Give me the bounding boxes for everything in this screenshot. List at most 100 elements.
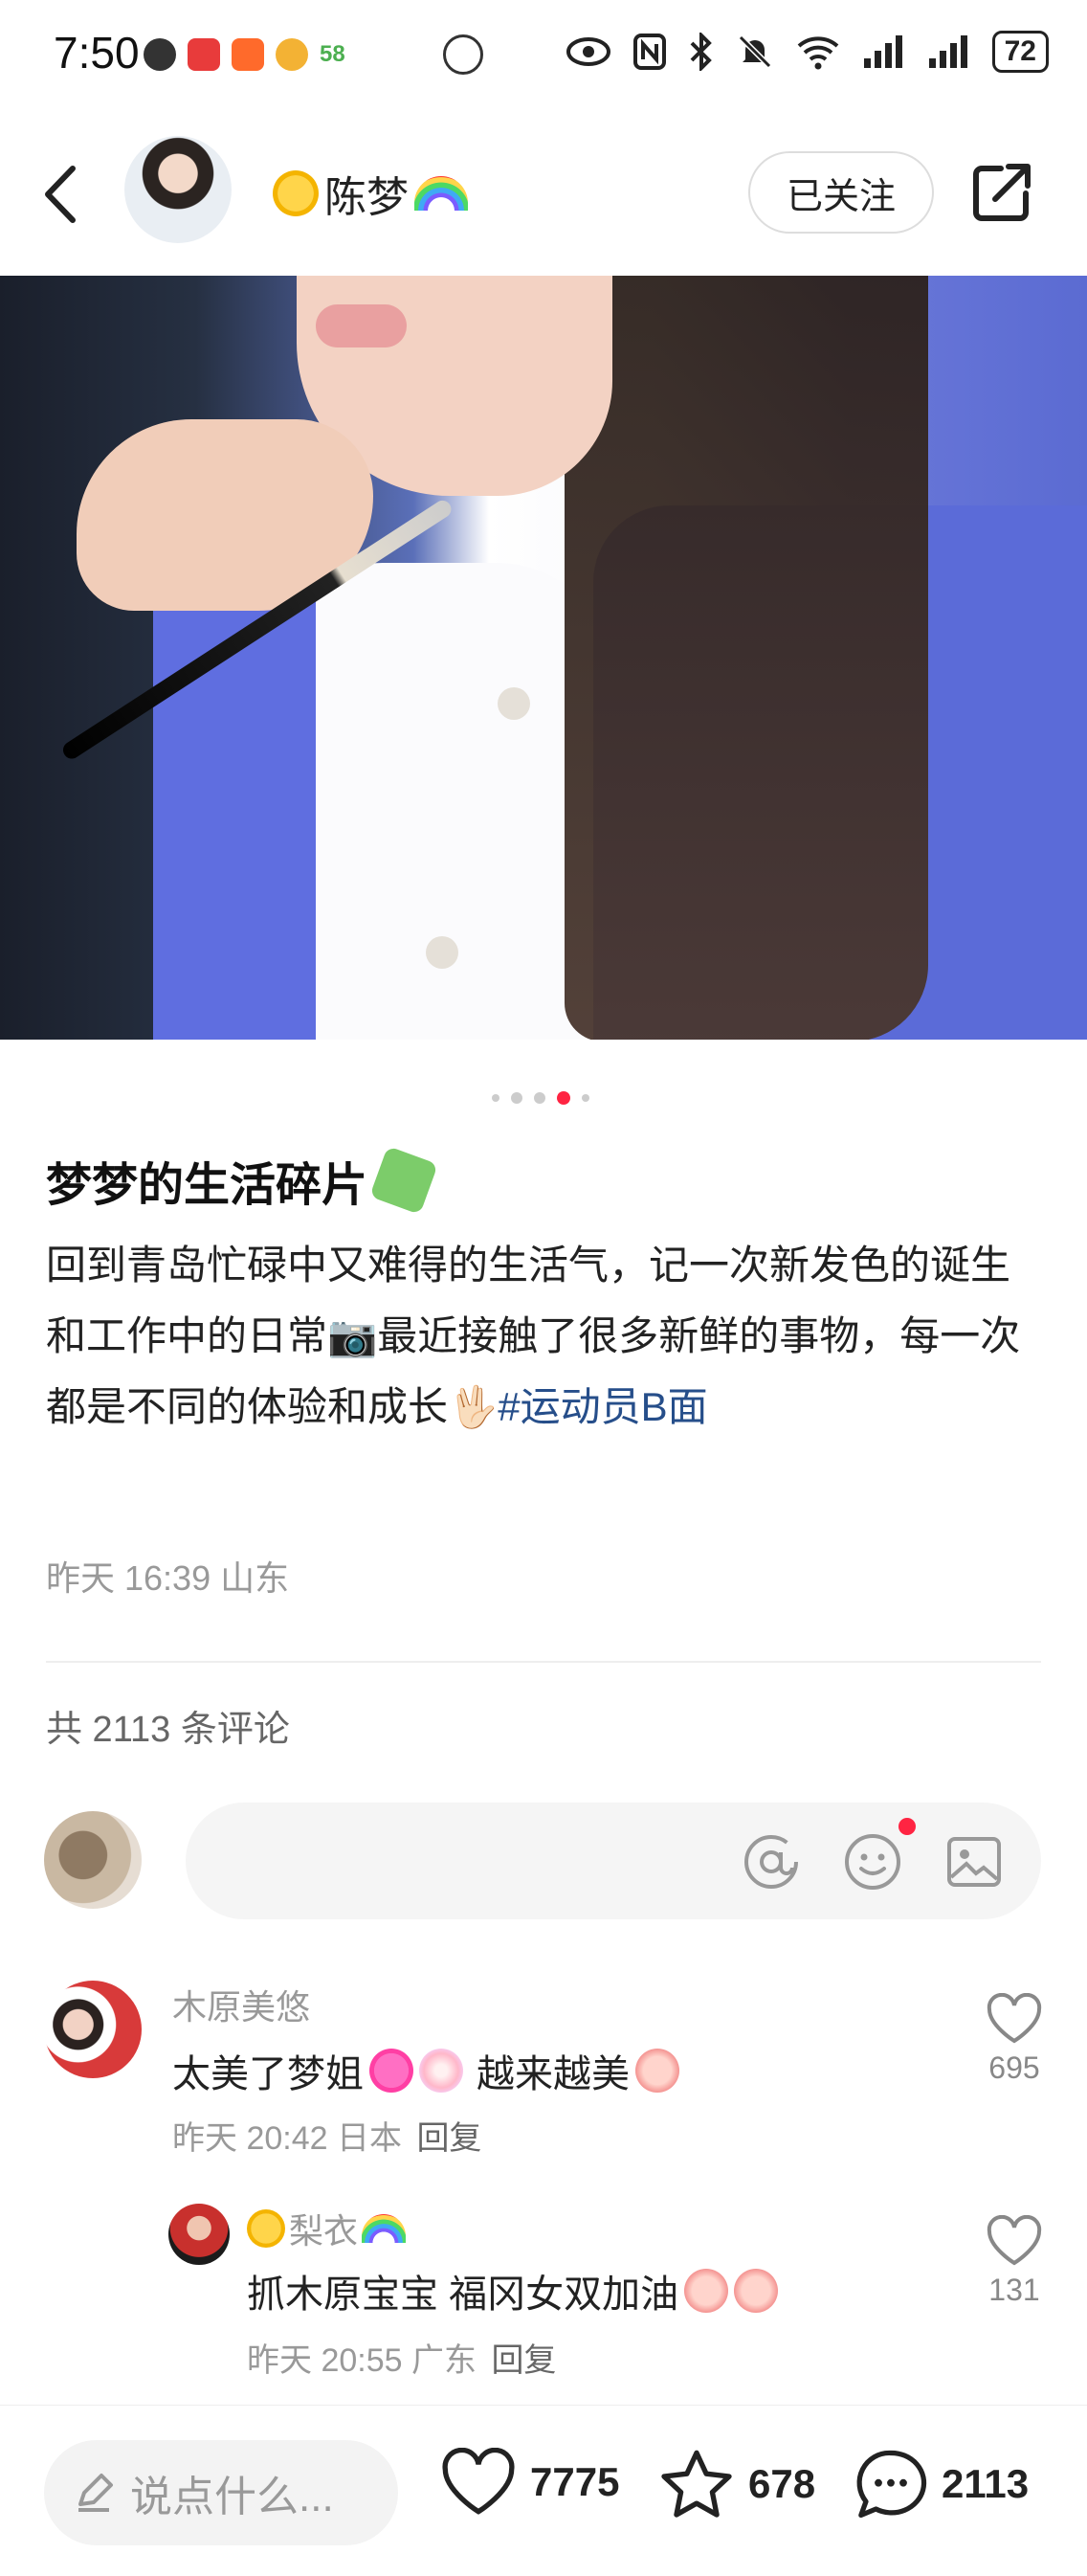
- notification-dot: [898, 1818, 916, 1835]
- favorite-count: 678: [748, 2461, 816, 2506]
- favorite-action[interactable]: 678: [658, 2448, 815, 2520]
- hashtag-link[interactable]: #运动员B面: [498, 1384, 707, 1429]
- heart-icon[interactable]: [986, 1993, 1043, 2045]
- reply-item: 梨衣 抓木原宝宝 福冈女双加油 昨天 20:55 广东 回复: [247, 2204, 955, 2381]
- comment-meta: 昨天 20:42 日本 回复: [172, 2112, 957, 2159]
- puzzle-emoji-icon: [369, 1146, 438, 1215]
- comment-like[interactable]: 695: [976, 1993, 1053, 2086]
- carousel-dot: [492, 1094, 499, 1102]
- signal-icon: [928, 35, 967, 68]
- reply-username-text: 梨衣: [289, 2211, 359, 2251]
- carousel-indicator: [492, 1091, 589, 1105]
- like-action[interactable]: 7775: [440, 2448, 619, 2517]
- comment-input[interactable]: [186, 1803, 1041, 1919]
- photo-cardigan-button: [498, 687, 530, 720]
- carousel-dot: [534, 1092, 545, 1104]
- app-notification-icon: [232, 38, 264, 71]
- weibo-notification-icon: [276, 38, 308, 71]
- post-title-text: 梦梦的生活碎片: [46, 1160, 368, 1211]
- carousel-dot-active: [557, 1091, 570, 1105]
- comment-entry-placeholder: 说点什么...: [130, 2474, 334, 2520]
- reply-location: 广东: [410, 2342, 477, 2379]
- comment-total: 2113: [942, 2461, 1030, 2506]
- nfc-icon: [632, 34, 666, 70]
- sparkle-ball-emoji-icon: [419, 2049, 463, 2093]
- reply-like-count: 131: [988, 2273, 1040, 2307]
- author-avatar[interactable]: [124, 136, 232, 243]
- mention-icon[interactable]: [741, 1831, 802, 1893]
- emoji-icon[interactable]: [842, 1831, 903, 1893]
- reply-text-part: 抓木原宝宝 福冈女双加油: [247, 2274, 679, 2316]
- app-notification-icon: [442, 34, 483, 75]
- comment-count: 共 2113 条评论: [46, 1710, 290, 1750]
- post-header: 陈梦 已关注: [0, 124, 1087, 268]
- system-icons: 72: [566, 31, 1049, 73]
- eye-icon: [566, 37, 610, 66]
- comment-item: 木原美悠 太美了梦姐 越来越美 昨天 20:42 日本 回复: [172, 1980, 957, 2159]
- photo-lips: [316, 304, 407, 347]
- reply-username[interactable]: 梨衣: [247, 2204, 955, 2253]
- reply-button[interactable]: 回复: [416, 2120, 481, 2157]
- back-arrow-icon[interactable]: [38, 161, 86, 228]
- pencil-icon: [78, 2474, 113, 2512]
- reply-meta: 昨天 20:55 广东 回复: [247, 2334, 955, 2381]
- notification-icons: 58: [144, 34, 483, 75]
- author-name-text: 陈梦: [324, 174, 409, 221]
- status-bar: 7:50 58 72: [0, 0, 1087, 105]
- post-time: 昨天 16:39: [46, 1558, 211, 1598]
- reply-text: 抓木原宝宝 福冈女双加油: [247, 2263, 955, 2318]
- carousel-dot: [511, 1092, 522, 1104]
- bottom-action-bar: 说点什么... 7775 678 2113: [0, 2405, 1087, 2576]
- photo-hair: [565, 276, 928, 1040]
- clock: 7:50: [54, 28, 140, 78]
- rainbow-emoji-icon: [362, 2214, 407, 2243]
- post-meta: 昨天 16:39 山东: [46, 1551, 289, 1601]
- peach-emoji-icon: [684, 2269, 729, 2313]
- reply-avatar[interactable]: [168, 2204, 230, 2265]
- star-icon[interactable]: [658, 2448, 735, 2520]
- app-notification-icon: [144, 38, 176, 71]
- peach-emoji-icon: [734, 2269, 779, 2313]
- carousel-dot: [582, 1094, 589, 1102]
- signal-icon: [863, 35, 902, 68]
- rainbow-emoji-icon: [414, 176, 468, 211]
- photo-cardigan-button: [426, 936, 458, 969]
- sun-emoji-icon: [247, 2209, 285, 2248]
- post-location: 山东: [220, 1558, 290, 1598]
- sun-emoji-icon: [273, 170, 319, 216]
- reply-button[interactable]: 回复: [491, 2342, 556, 2379]
- share-icon[interactable]: [968, 159, 1035, 226]
- app-notification-icon: [188, 38, 220, 71]
- my-avatar: [44, 1811, 142, 1909]
- reply-time: 昨天 20:55: [247, 2342, 403, 2379]
- heart-icon[interactable]: [440, 2448, 517, 2517]
- post-title: 梦梦的生活碎片: [46, 1146, 438, 1215]
- comment-bubble-icon[interactable]: [854, 2448, 928, 2520]
- comment-time: 昨天 20:42: [172, 2120, 328, 2157]
- mute-bell-icon: [738, 34, 771, 69]
- author-name[interactable]: 陈梦: [273, 163, 468, 224]
- reply-like[interactable]: 131: [976, 2215, 1053, 2308]
- comment-avatar[interactable]: [44, 1981, 142, 2078]
- comment-username[interactable]: 木原美悠: [172, 1980, 957, 2029]
- heart-icon[interactable]: [986, 2215, 1043, 2267]
- post-body: 回到青岛忙碌中又难得的生活气，记一次新发色的诞生和工作中的日常📷最近接触了很多新…: [46, 1230, 1041, 1443]
- peach-emoji-icon: [635, 2049, 679, 2093]
- battery-indicator: 72: [991, 31, 1049, 73]
- comment-text-part: 越来越美: [477, 2053, 630, 2095]
- bluetooth-icon: [690, 33, 712, 71]
- pink-heart-emoji-icon: [369, 2049, 413, 2093]
- divider: [46, 1661, 1041, 1663]
- comment-text: 太美了梦姐 越来越美: [172, 2043, 957, 2098]
- comment-action[interactable]: 2113: [854, 2448, 1029, 2520]
- wifi-icon: [797, 36, 838, 70]
- like-count: 7775: [530, 2459, 620, 2504]
- comment-like-count: 695: [988, 2050, 1040, 2085]
- image-picker-icon[interactable]: [943, 1831, 1005, 1893]
- comment-location: 日本: [336, 2120, 402, 2157]
- comment-text-part: 太美了梦姐: [172, 2053, 364, 2095]
- post-image[interactable]: [0, 276, 1087, 1040]
- follow-button[interactable]: 已关注: [748, 151, 934, 234]
- notification-count: 58: [320, 41, 345, 67]
- comment-entry-button[interactable]: 说点什么...: [44, 2440, 398, 2545]
